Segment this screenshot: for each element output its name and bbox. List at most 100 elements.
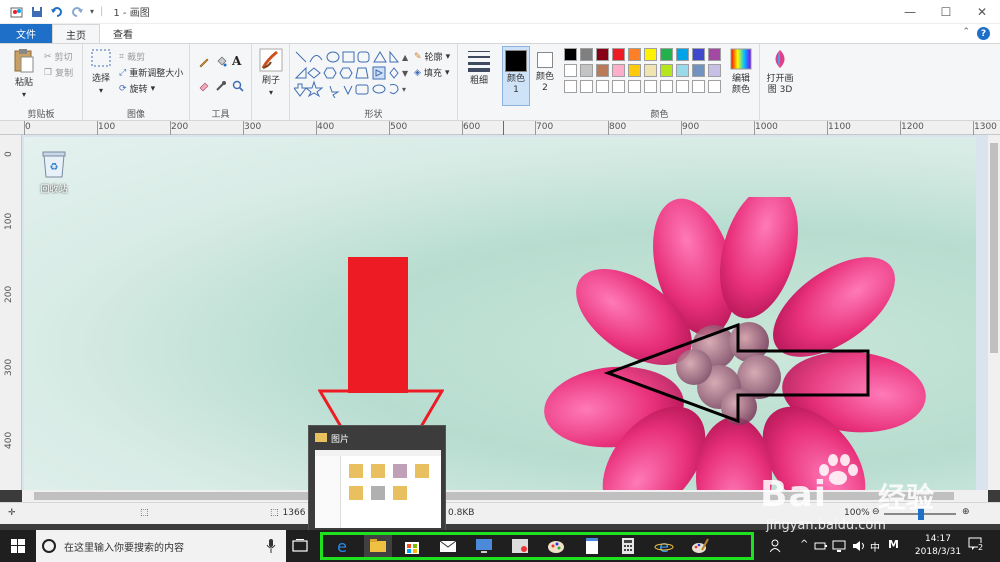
undo-icon[interactable] — [50, 5, 64, 19]
color-swatch[interactable] — [708, 64, 721, 77]
crop-button[interactable]: ⌗ 裁剪 — [119, 50, 145, 64]
paste-button[interactable]: 粘贴 ▾ — [6, 48, 42, 100]
taskbar-icons-highlight-box — [320, 532, 754, 560]
cut-button[interactable]: ✂ 剪切 — [44, 50, 73, 64]
color-swatch[interactable] — [628, 80, 641, 93]
color-picker-icon[interactable] — [215, 80, 227, 92]
color-swatch[interactable] — [596, 80, 609, 93]
color-swatch[interactable] — [612, 48, 625, 61]
color-swatch[interactable] — [660, 64, 673, 77]
microphone-icon[interactable] — [266, 539, 276, 553]
redo-icon[interactable] — [70, 5, 84, 19]
select-button[interactable]: 选择 ▾ — [87, 48, 115, 96]
ruler-tick-label: 500 — [390, 122, 408, 132]
fill-bucket-icon[interactable] — [215, 56, 227, 68]
color-swatch[interactable] — [692, 80, 705, 93]
color-swatch[interactable] — [580, 80, 593, 93]
open-paint3d-button[interactable]: 打开画图 3D — [762, 48, 798, 96]
text-tool-icon[interactable]: A — [232, 54, 241, 68]
image-size-icon: ⬚ — [270, 508, 279, 518]
color-swatch[interactable] — [596, 48, 609, 61]
tab-home[interactable]: 主页 — [52, 24, 100, 43]
color-swatch[interactable] — [676, 64, 689, 77]
minimize-button[interactable]: — — [892, 0, 928, 24]
vertical-scroll-thumb[interactable] — [990, 143, 998, 353]
taskbar-search-box[interactable]: 在这里输入你要搜索的内容 — [36, 530, 286, 562]
color-swatch[interactable] — [564, 48, 577, 61]
fill-icon: ◈ — [414, 67, 421, 78]
color-swatch[interactable] — [644, 64, 657, 77]
size-button[interactable]: 粗细 — [464, 48, 494, 87]
taskbar-thumbnail-preview[interactable]: 图片 — [308, 425, 446, 532]
color-swatch[interactable] — [660, 48, 673, 61]
rotate-button[interactable]: ⟳ 旋转 ▾ — [119, 82, 156, 96]
color-swatch[interactable] — [580, 48, 593, 61]
group-label-image: 图像 — [126, 110, 145, 120]
color-swatch[interactable] — [676, 48, 689, 61]
group-colors: 编辑颜色 颜色 — [560, 44, 760, 122]
rotate-dropdown-icon: ▾ — [150, 83, 156, 94]
ruler-tick — [973, 121, 974, 135]
color-swatch[interactable] — [644, 48, 657, 61]
canvas-area[interactable]: ♻ 回收站 — [22, 135, 988, 490]
color1-button[interactable]: 颜色 1 — [502, 46, 530, 106]
outline-button[interactable]: ✎ 轮廓 ▾ — [414, 50, 451, 64]
color-swatch[interactable] — [708, 80, 721, 93]
start-button[interactable] — [0, 530, 36, 562]
color-swatch[interactable] — [564, 80, 577, 93]
color-swatch[interactable] — [692, 48, 705, 61]
image-size-value: 1366 — [282, 508, 306, 518]
color-swatch[interactable] — [564, 64, 577, 77]
ruler-tick — [389, 121, 390, 135]
color-swatch[interactable] — [612, 80, 625, 93]
ruler-tick — [243, 121, 244, 135]
color-swatch[interactable] — [644, 80, 657, 93]
tab-view[interactable]: 查看 — [100, 24, 146, 43]
copy-button[interactable]: ❐ 复制 — [44, 66, 73, 80]
customize-dropdown-icon[interactable]: ▾ — [90, 7, 94, 16]
color-swatch[interactable] — [628, 64, 641, 77]
ruler-tick-label: 0 — [25, 122, 31, 132]
color-swatch[interactable] — [676, 80, 689, 93]
color-swatch[interactable] — [708, 48, 721, 61]
color2-button[interactable]: 颜色 2 — [532, 46, 558, 94]
brushes-button[interactable]: 刷子 ▾ — [256, 48, 286, 98]
resize-label: 重新调整大小 — [129, 69, 184, 79]
magnifier-icon[interactable] — [232, 80, 244, 92]
brushes-label: 刷子 — [261, 76, 280, 86]
maximize-button[interactable]: ☐ — [928, 0, 964, 24]
fill-button[interactable]: ◈ 填充 ▾ — [414, 66, 450, 80]
resize-icon: ⤢ — [119, 67, 127, 78]
collapse-ribbon-icon[interactable]: ⌃ — [962, 27, 970, 37]
task-view-icon[interactable] — [292, 538, 308, 554]
save-icon[interactable] — [30, 5, 44, 19]
edit-colors-button[interactable]: 编辑颜色 — [726, 48, 756, 96]
color-swatch[interactable] — [692, 64, 705, 77]
group-tools: A 工具 — [190, 44, 252, 122]
outline-dropdown-icon: ▾ — [445, 51, 451, 62]
ruler-tick-label: 1000 — [755, 122, 778, 132]
brush-icon — [259, 48, 283, 72]
color-swatch[interactable] — [628, 48, 641, 61]
tab-file[interactable]: 文件 — [0, 24, 52, 43]
pencil-icon[interactable] — [198, 56, 210, 68]
vertical-scrollbar[interactable] — [988, 135, 1000, 490]
windows-logo-icon — [11, 539, 25, 553]
preview-window-thumbnail — [315, 450, 441, 528]
color-swatch[interactable] — [580, 64, 593, 77]
help-icon[interactable]: ? — [977, 27, 990, 40]
resize-button[interactable]: ⤢ 重新调整大小 — [119, 66, 184, 80]
color-swatch[interactable] — [660, 80, 673, 93]
fill-dropdown-icon: ▾ — [444, 67, 450, 78]
eraser-icon[interactable] — [198, 80, 210, 92]
ruler-tick-label: 600 — [463, 122, 481, 132]
color-swatch[interactable] — [596, 64, 609, 77]
close-button[interactable]: ✕ — [964, 0, 1000, 24]
vertical-ruler: 0 100 200 300 400 — [0, 135, 22, 490]
recycle-bin-icon: ♻ — [42, 151, 66, 178]
canvas-image[interactable]: ♻ 回收站 — [24, 137, 976, 490]
shapes-scroll-arrows[interactable]: ▲ ▼ ▾ — [402, 50, 408, 98]
color-swatch[interactable] — [612, 64, 625, 77]
cortana-icon — [42, 539, 56, 553]
shapes-gallery[interactable] — [294, 50, 402, 98]
